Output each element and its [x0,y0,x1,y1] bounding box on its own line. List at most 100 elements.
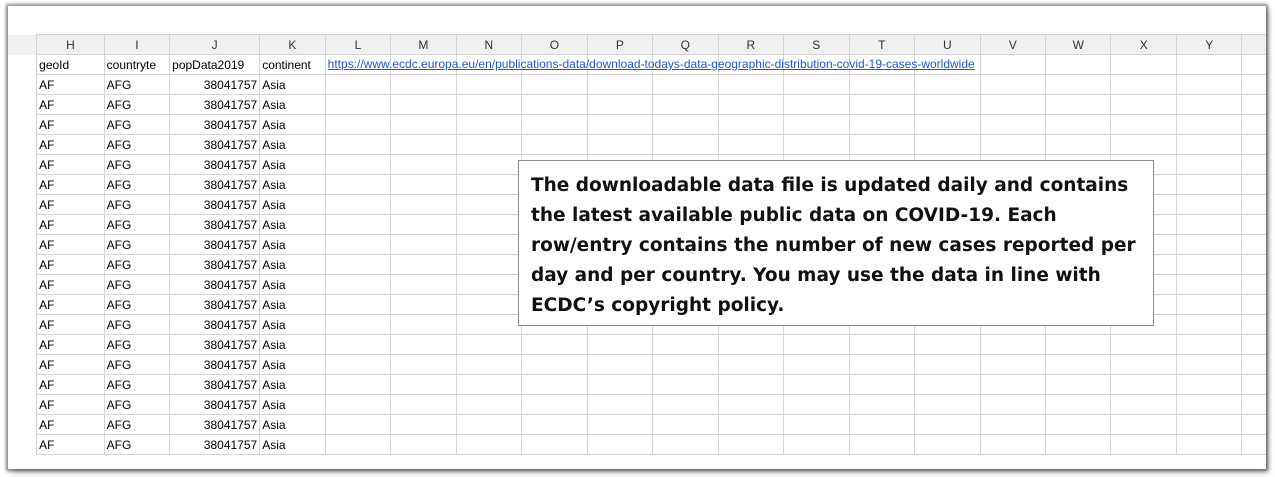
cell[interactable]: AFG [103,214,171,235]
cell[interactable]: Asia [259,234,326,255]
cell[interactable]: AF [36,174,105,195]
cell[interactable] [1241,234,1266,255]
column-header-s[interactable]: S [783,34,850,55]
cell[interactable] [1044,434,1112,455]
cell[interactable]: Asia [259,434,326,455]
cell[interactable] [1241,54,1266,75]
cell[interactable]: AF [36,294,105,315]
cell[interactable] [455,194,523,215]
cell[interactable] [1241,214,1266,235]
cell[interactable]: AFG [103,394,171,415]
cell[interactable]: AF [36,394,105,415]
cell[interactable] [979,134,1047,155]
cell[interactable] [390,334,457,355]
cell[interactable]: AFG [103,254,171,275]
cell[interactable]: AF [36,334,105,355]
cell[interactable]: AF [36,254,105,275]
cell[interactable]: AFG [103,134,171,155]
cell[interactable] [390,114,457,135]
cell[interactable]: AFG [103,414,171,435]
cell[interactable] [1044,114,1112,135]
column-header-o[interactable]: O [521,34,588,55]
cell[interactable] [455,374,523,395]
cell[interactable] [521,414,588,435]
cell[interactable] [1044,354,1112,375]
cell[interactable] [914,74,981,95]
column-header-l[interactable]: L [324,34,392,55]
row-header[interactable] [8,334,37,355]
cell[interactable]: 38041757 [169,274,261,295]
cell[interactable] [586,414,654,435]
row-header[interactable] [8,374,37,395]
cell[interactable] [1110,94,1177,115]
row-header[interactable] [8,214,37,235]
column-header-r[interactable]: R [717,34,785,55]
cell[interactable] [1241,154,1266,175]
cell[interactable] [390,234,457,255]
cell[interactable]: Asia [259,294,326,315]
cell[interactable] [1044,74,1112,95]
cell[interactable] [1241,134,1266,155]
column-header-k[interactable]: K [259,34,326,55]
cell[interactable] [1110,394,1177,415]
cell[interactable] [1110,54,1177,75]
cell[interactable] [455,434,523,455]
cell[interactable]: 38041757 [169,394,261,415]
info-textbox[interactable]: The downloadable data file is updated da… [518,160,1154,326]
cell[interactable]: 38041757 [169,294,261,315]
cell[interactable] [848,114,916,135]
cell[interactable] [586,334,654,355]
cell[interactable]: 38041757 [169,134,261,155]
row-header[interactable] [8,94,37,115]
cell[interactable] [390,294,457,315]
cell[interactable] [783,74,850,95]
cell[interactable]: Asia [259,354,326,375]
cell[interactable] [979,94,1047,115]
cell[interactable] [717,74,785,95]
cell[interactable] [324,114,392,135]
cell[interactable]: AFG [103,94,171,115]
cell[interactable] [783,374,850,395]
row-header[interactable] [8,274,37,295]
cell[interactable] [455,354,523,375]
row-header[interactable] [8,414,37,435]
cell[interactable] [1110,74,1177,95]
cell[interactable] [1175,394,1243,415]
cell[interactable]: Asia [259,134,326,155]
cell[interactable] [324,94,392,115]
cell[interactable] [1044,94,1112,115]
cell[interactable] [1241,374,1266,395]
row-header[interactable] [8,314,37,335]
cell[interactable] [783,354,850,375]
cell[interactable]: AF [36,374,105,395]
cell[interactable] [521,94,588,115]
cell[interactable] [848,414,916,435]
cell[interactable] [979,414,1047,435]
cell[interactable] [521,134,588,155]
row-header[interactable] [8,394,37,415]
cell[interactable] [455,294,523,315]
cell[interactable]: 38041757 [169,354,261,375]
cell[interactable] [324,194,392,215]
cell[interactable]: 38041757 [169,234,261,255]
cell[interactable] [1175,334,1243,355]
cell[interactable]: AF [36,74,105,95]
cell[interactable] [521,374,588,395]
cell[interactable] [586,374,654,395]
cell[interactable]: AFG [103,294,171,315]
cell[interactable] [390,194,457,215]
cell[interactable] [455,334,523,355]
cell[interactable]: Asia [259,274,326,295]
cell[interactable]: AF [36,274,105,295]
cell[interactable] [1110,334,1177,355]
cell[interactable] [586,94,654,115]
cell[interactable] [390,374,457,395]
column-header-j[interactable]: J [169,34,261,55]
cell[interactable] [652,394,719,415]
column-header-q[interactable]: Q [652,34,719,55]
cell[interactable] [848,394,916,415]
cell[interactable] [979,74,1047,95]
cell[interactable]: AFG [103,334,171,355]
cell[interactable]: Asia [259,194,326,215]
cell[interactable] [390,94,457,115]
